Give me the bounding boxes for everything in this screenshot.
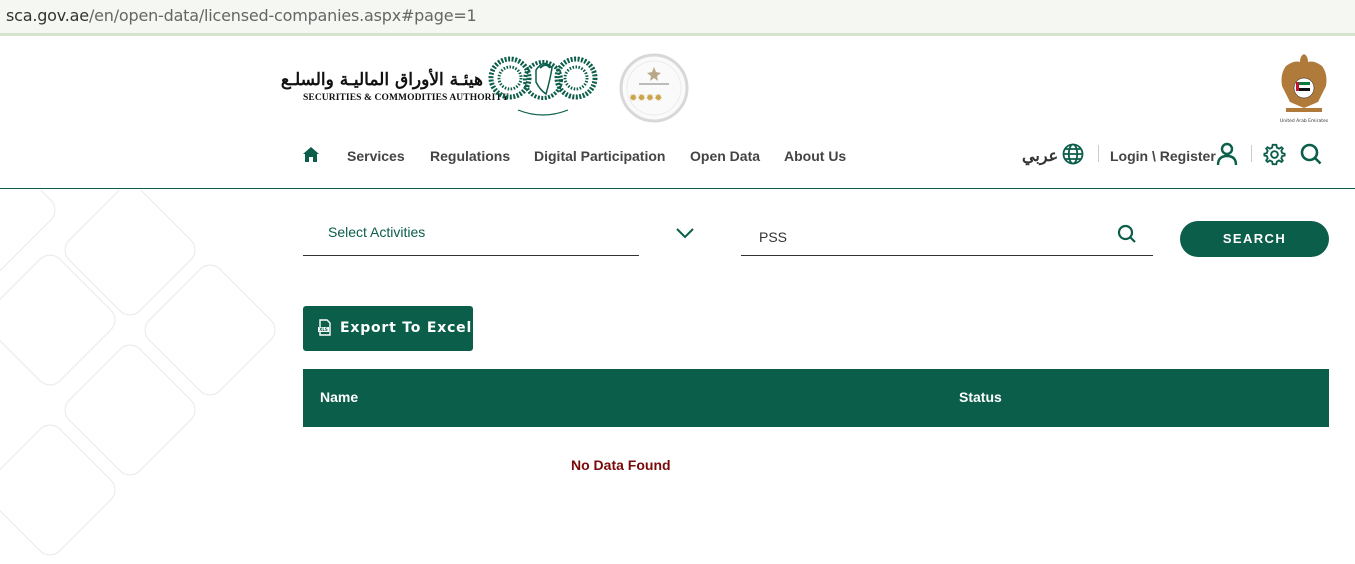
activities-select[interactable]: Select Activities bbox=[303, 215, 639, 256]
address-bar[interactable]: sca.gov.ae/en/open-data/licensed-compani… bbox=[0, 0, 1355, 33]
user-icon[interactable] bbox=[1216, 142, 1238, 166]
sca-emblem-icon bbox=[488, 56, 598, 116]
nav-regulations[interactable]: Regulations bbox=[430, 148, 510, 164]
background-pattern bbox=[0, 190, 276, 556]
nav-separator bbox=[1251, 145, 1252, 162]
sca-logo[interactable]: هيئـة الأوراق الماليـة والسلـع SECURITIE… bbox=[280, 50, 598, 125]
column-header-status[interactable]: Status bbox=[959, 389, 1002, 405]
uae-emblem-icon: United Arab Emirates bbox=[1280, 54, 1329, 124]
export-excel-button[interactable]: XLS Export To Excel bbox=[303, 306, 473, 351]
nav-services[interactable]: Services bbox=[347, 148, 405, 164]
url-path: /en/open-data/licensed-companies.aspx#pa… bbox=[88, 6, 477, 25]
table-header: Name Status bbox=[303, 369, 1329, 427]
search-button[interactable]: SEARCH bbox=[1180, 221, 1329, 257]
nav-digital-participation[interactable]: Digital Participation bbox=[534, 148, 665, 164]
nav-open-data[interactable]: Open Data bbox=[690, 148, 760, 164]
search-icon[interactable] bbox=[1300, 143, 1322, 165]
nav-about-us[interactable]: About Us bbox=[784, 148, 846, 164]
chevron-down-icon[interactable] bbox=[675, 227, 695, 239]
home-icon[interactable] bbox=[302, 146, 320, 163]
column-header-name[interactable]: Name bbox=[320, 389, 358, 405]
header-divider bbox=[0, 188, 1355, 189]
svg-text:XLS: XLS bbox=[319, 327, 328, 332]
search-input-icon[interactable] bbox=[1117, 224, 1137, 244]
svg-text:United Arab Emirates: United Arab Emirates bbox=[1280, 118, 1329, 124]
search-input-value: PSS bbox=[759, 229, 788, 245]
export-button-label: Export To Excel bbox=[340, 320, 473, 336]
nav-separator bbox=[1098, 145, 1099, 162]
excel-file-icon: XLS bbox=[318, 319, 331, 336]
activities-select-label: Select Activities bbox=[328, 224, 426, 240]
four-star-rating-badge-icon: ✹✹✹✹ bbox=[619, 53, 689, 123]
address-bar-divider bbox=[0, 33, 1355, 36]
url-text[interactable]: sca.gov.ae/en/open-data/licensed-compani… bbox=[6, 6, 477, 25]
no-data-message: No Data Found bbox=[571, 457, 671, 473]
logo-text-ar: هيئـة الأوراق الماليـة والسلـع bbox=[280, 70, 483, 90]
svg-text:✹✹✹✹: ✹✹✹✹ bbox=[629, 93, 663, 104]
url-domain: sca.gov.ae bbox=[6, 6, 89, 25]
login-register-link[interactable]: Login \ Register bbox=[1110, 148, 1216, 164]
globe-icon[interactable] bbox=[1062, 143, 1084, 165]
gear-icon[interactable] bbox=[1263, 143, 1286, 166]
logo-text-en: SECURITIES & COMMODITIES AUTHORITY bbox=[303, 93, 509, 103]
language-toggle[interactable]: عربي bbox=[1022, 146, 1058, 166]
search-input[interactable]: PSS bbox=[741, 215, 1153, 256]
